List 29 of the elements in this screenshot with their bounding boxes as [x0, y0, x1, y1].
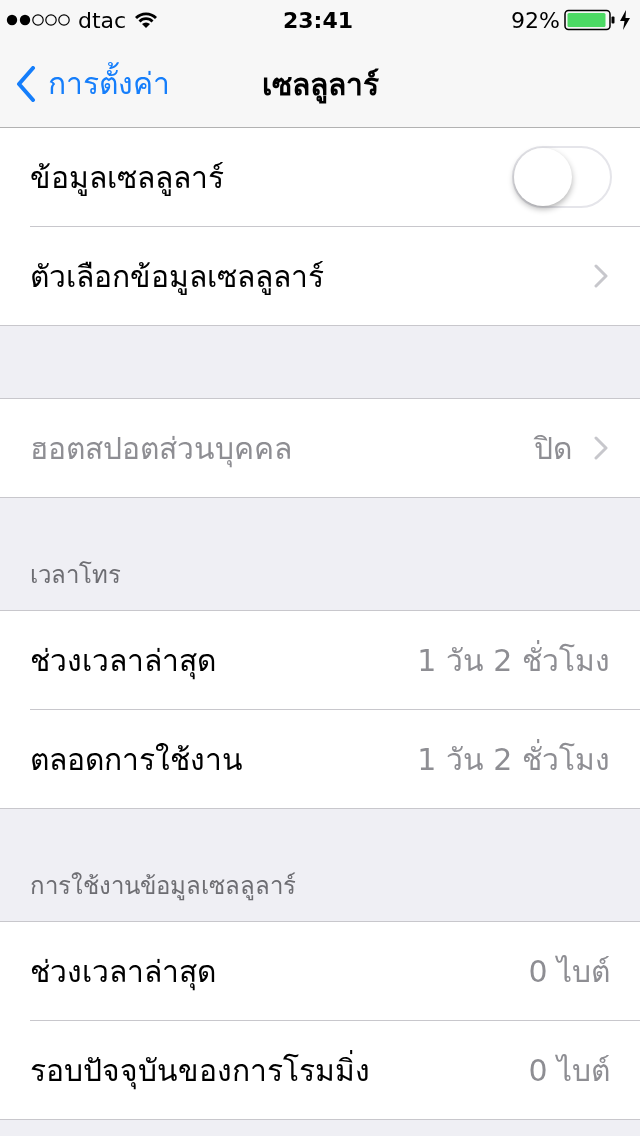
row-value: 0 ไบต์ — [528, 952, 610, 991]
chevron-icon — [594, 264, 608, 288]
screen-title: เซลลูลาร์ — [261, 60, 379, 107]
battery-icon — [564, 9, 616, 31]
back-chevron-icon — [16, 65, 36, 102]
chevron-icon — [594, 436, 608, 460]
section-header: เวลาโทร — [30, 560, 121, 591]
row-label: ตลอดการใช้งาน — [30, 740, 243, 779]
row-value: 1 วัน 2 ชั่วโมง — [417, 738, 610, 779]
row-label: ฮอตสปอตส่วนบุคคล — [30, 429, 292, 470]
row-value: 0 ไบต์ — [528, 1051, 610, 1090]
row-label: ช่วงเวลาล่าสุด — [30, 641, 216, 682]
row-value: 1 วัน 2 ชั่วโมง — [417, 639, 610, 680]
section-header: การใช้งานข้อมูลเซลลูลาร์ — [30, 871, 296, 903]
status-time: 23:41 — [283, 7, 353, 33]
back-button[interactable]: การตั้งค่า — [0, 39, 170, 128]
charging-bolt-icon — [620, 10, 630, 30]
carrier-name: dtac — [78, 7, 127, 33]
row-label: ข้อมูลเซลลูลาร์ — [30, 158, 224, 198]
battery-percentage: 92% — [511, 7, 560, 33]
toggle-switch[interactable] — [512, 146, 612, 208]
settings-row[interactable]: ตัวเลือกข้อมูลเซลลูลาร์ — [0, 227, 640, 325]
row-label: ตัวเลือกข้อมูลเซลลูลาร์ — [30, 257, 324, 297]
signal-icon — [6, 14, 70, 26]
row-label: รอบปัจจุบันของการโรมมิ่ง — [30, 1049, 370, 1092]
row-label: ช่วงเวลาล่าสุด — [30, 952, 216, 993]
row-value: ปิด — [534, 429, 572, 468]
wifi-icon — [134, 11, 159, 29]
settings-row[interactable]: ข้อมูลเซลลูลาร์ — [0, 128, 640, 226]
